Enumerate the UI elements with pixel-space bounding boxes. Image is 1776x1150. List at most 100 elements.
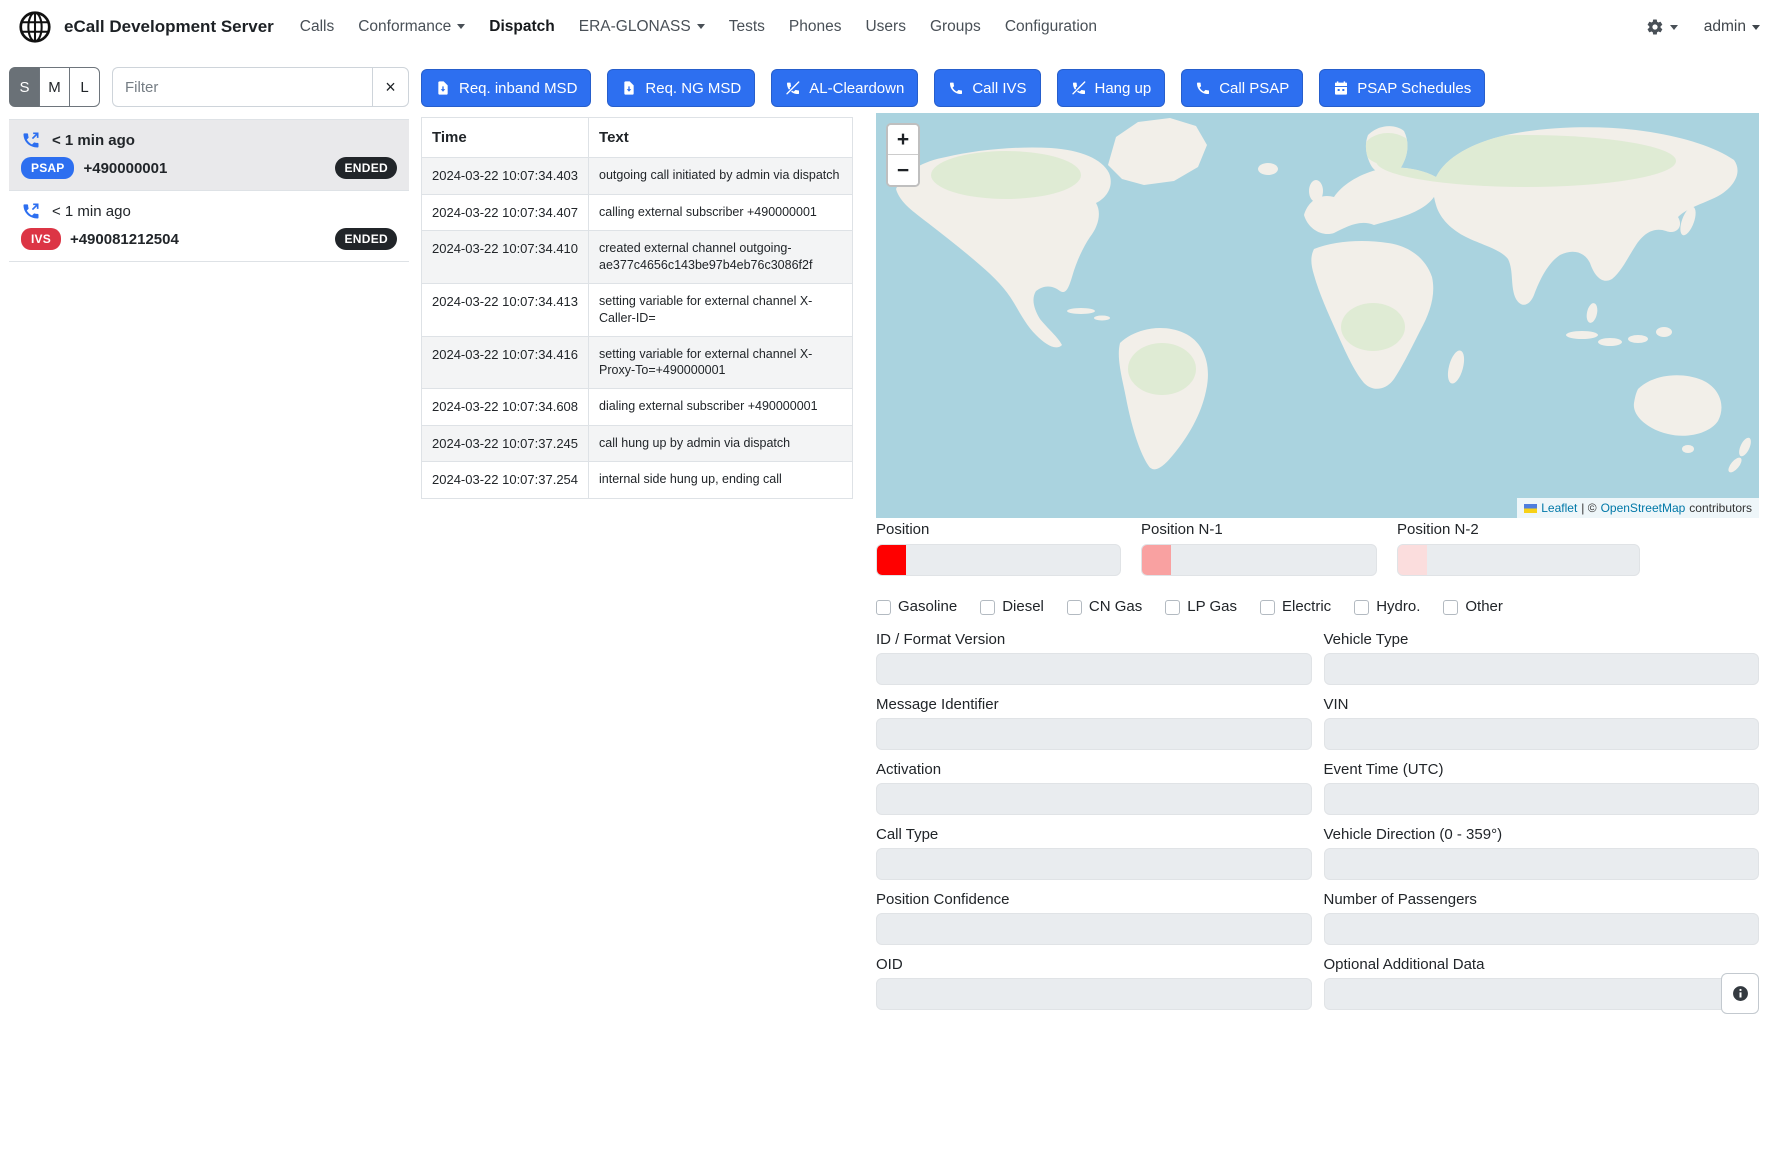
fuel-checkbox-hydro: Hydro. <box>1354 598 1420 615</box>
hang-up-button[interactable]: Hang up <box>1057 69 1166 107</box>
phone-icon <box>1195 80 1211 96</box>
caret-down-icon <box>1752 25 1760 30</box>
vin-input[interactable] <box>1324 718 1760 750</box>
other-checkbox[interactable] <box>1443 600 1458 615</box>
settings-menu-button[interactable] <box>1646 18 1678 36</box>
column-header-text: Text <box>589 118 853 158</box>
zoom-out-button[interactable]: − <box>888 155 918 185</box>
position-confidence-input[interactable] <box>876 913 1312 945</box>
nav-item-era-glonass[interactable]: ERA-GLONASS <box>567 10 717 44</box>
log-time-cell: 2024-03-22 10:07:34.410 <box>422 231 589 284</box>
call-psap-button[interactable]: Call PSAP <box>1181 69 1303 107</box>
oid-input[interactable] <box>876 978 1312 1010</box>
event-time-input[interactable] <box>1324 783 1760 815</box>
attribution-suffix: contributors <box>1689 501 1752 515</box>
size-button-m[interactable]: M <box>39 67 70 107</box>
gear-icon <box>1646 18 1664 36</box>
log-time-cell: 2024-03-22 10:07:34.608 <box>422 389 589 426</box>
optional-additional-data-input[interactable] <box>1324 978 1760 1010</box>
vehicle-type-input[interactable] <box>1324 653 1760 685</box>
call-list-item-ivs[interactable]: < 1 min ago IVS +490081212504 ENDED <box>9 191 409 262</box>
column-header-time: Time <box>422 118 589 158</box>
additional-data-info-button[interactable] <box>1721 973 1759 1014</box>
id-format-version-input[interactable] <box>876 653 1312 685</box>
field-label: Message Identifier <box>876 696 1312 713</box>
phone-outgoing-icon <box>21 201 41 221</box>
user-menu-button[interactable]: admin <box>1704 18 1760 36</box>
openstreetmap-link[interactable]: OpenStreetMap <box>1601 501 1686 515</box>
nav-item-users[interactable]: Users <box>853 10 917 44</box>
message-identifier-input[interactable] <box>876 718 1312 750</box>
nav-item-tests[interactable]: Tests <box>717 10 777 44</box>
calendar-icon <box>1333 80 1349 96</box>
vehicle-direction-input[interactable] <box>1324 848 1760 880</box>
map-zoom-control: + − <box>886 123 920 187</box>
electric-checkbox[interactable] <box>1260 600 1275 615</box>
leaflet-link[interactable]: Leaflet <box>1541 501 1577 515</box>
caret-down-icon <box>1670 25 1678 30</box>
log-row: 2024-03-22 10:07:37.254internal side hun… <box>422 462 853 499</box>
fuel-checkbox-cn-gas: CN Gas <box>1067 598 1142 615</box>
call-type-input[interactable] <box>876 848 1312 880</box>
position-n2-label: Position N-2 <box>1397 521 1640 538</box>
ukraine-flag-icon <box>1524 504 1537 513</box>
hydro-checkbox[interactable] <box>1354 600 1369 615</box>
lp-gas-checkbox[interactable] <box>1165 600 1180 615</box>
log-time-cell: 2024-03-22 10:07:34.416 <box>422 336 589 389</box>
log-time-cell: 2024-03-22 10:07:37.254 <box>422 462 589 499</box>
activation-input[interactable] <box>876 783 1312 815</box>
fuel-checkbox-lp-gas: LP Gas <box>1165 598 1237 615</box>
log-time-cell: 2024-03-22 10:07:37.245 <box>422 425 589 462</box>
fuel-checkbox-electric: Electric <box>1260 598 1331 615</box>
log-text-cell: call hung up by admin via dispatch <box>589 425 853 462</box>
position-label: Position <box>876 521 1121 538</box>
app-title: eCall Development Server <box>64 17 274 37</box>
field-label: Vehicle Direction (0 - 359°) <box>1324 826 1760 843</box>
field-label: Event Time (UTC) <box>1324 761 1760 778</box>
msd-panel: Position Position N-1 Position N-2 Gasol… <box>876 521 1759 1021</box>
nav-item-groups[interactable]: Groups <box>918 10 993 44</box>
size-button-l[interactable]: L <box>69 67 100 107</box>
log-row: 2024-03-22 10:07:34.608dialing external … <box>422 389 853 426</box>
call-time: < 1 min ago <box>52 132 135 149</box>
position-n1-input[interactable] <box>1141 544 1377 576</box>
nav-item-phones[interactable]: Phones <box>777 10 854 44</box>
world-map <box>876 113 1759 518</box>
filter-input[interactable] <box>112 67 372 107</box>
call-number: +490000001 <box>83 160 167 177</box>
gasoline-checkbox[interactable] <box>876 600 891 615</box>
nav-item-calls[interactable]: Calls <box>288 10 346 44</box>
clear-filter-button[interactable]: × <box>372 67 409 107</box>
status-badge: ENDED <box>335 228 397 250</box>
call-list-item-psap[interactable]: < 1 min ago PSAP +490000001 ENDED <box>9 120 409 191</box>
map-attribution: Leaflet | © OpenStreetMap contributors <box>1517 498 1759 518</box>
size-button-s[interactable]: S <box>9 67 40 107</box>
call-ivs-button[interactable]: Call IVS <box>934 69 1040 107</box>
log-text-cell: internal side hung up, ending call <box>589 462 853 499</box>
status-badge: ENDED <box>335 157 397 179</box>
phone-slash-icon <box>1071 80 1087 96</box>
nav-item-configuration[interactable]: Configuration <box>993 10 1109 44</box>
nav-item-conformance[interactable]: Conformance <box>346 10 477 44</box>
req-ng-msd-button[interactable]: Req. NG MSD <box>607 69 755 107</box>
log-text-cell: setting variable for external channel X-… <box>589 336 853 389</box>
call-time: < 1 min ago <box>52 203 131 220</box>
req-inband-msd-button[interactable]: Req. inband MSD <box>421 69 591 107</box>
al-cleardown-button[interactable]: AL-Cleardown <box>771 69 918 107</box>
position-n2-input[interactable] <box>1397 544 1640 576</box>
position-input[interactable] <box>876 544 1121 576</box>
nav-item-dispatch[interactable]: Dispatch <box>477 10 566 44</box>
call-number: +490081212504 <box>70 231 179 248</box>
map[interactable]: + − Leaflet | © OpenStreetMap contributo… <box>876 113 1759 518</box>
app-logo-globe-icon <box>16 8 54 46</box>
fuel-type-checkboxes: Gasoline Diesel CN Gas LP Gas Electric H… <box>876 598 1759 615</box>
diesel-checkbox[interactable] <box>980 600 995 615</box>
log-row: 2024-03-22 10:07:34.407calling external … <box>422 194 853 231</box>
zoom-in-button[interactable]: + <box>888 125 918 155</box>
caret-down-icon <box>457 24 465 29</box>
position-color-swatch <box>877 545 906 575</box>
cn-gas-checkbox[interactable] <box>1067 600 1082 615</box>
number-of-passengers-input[interactable] <box>1324 913 1760 945</box>
psap-schedules-button[interactable]: PSAP Schedules <box>1319 69 1485 107</box>
call-list: < 1 min ago PSAP +490000001 ENDED < 1 mi… <box>9 119 409 262</box>
